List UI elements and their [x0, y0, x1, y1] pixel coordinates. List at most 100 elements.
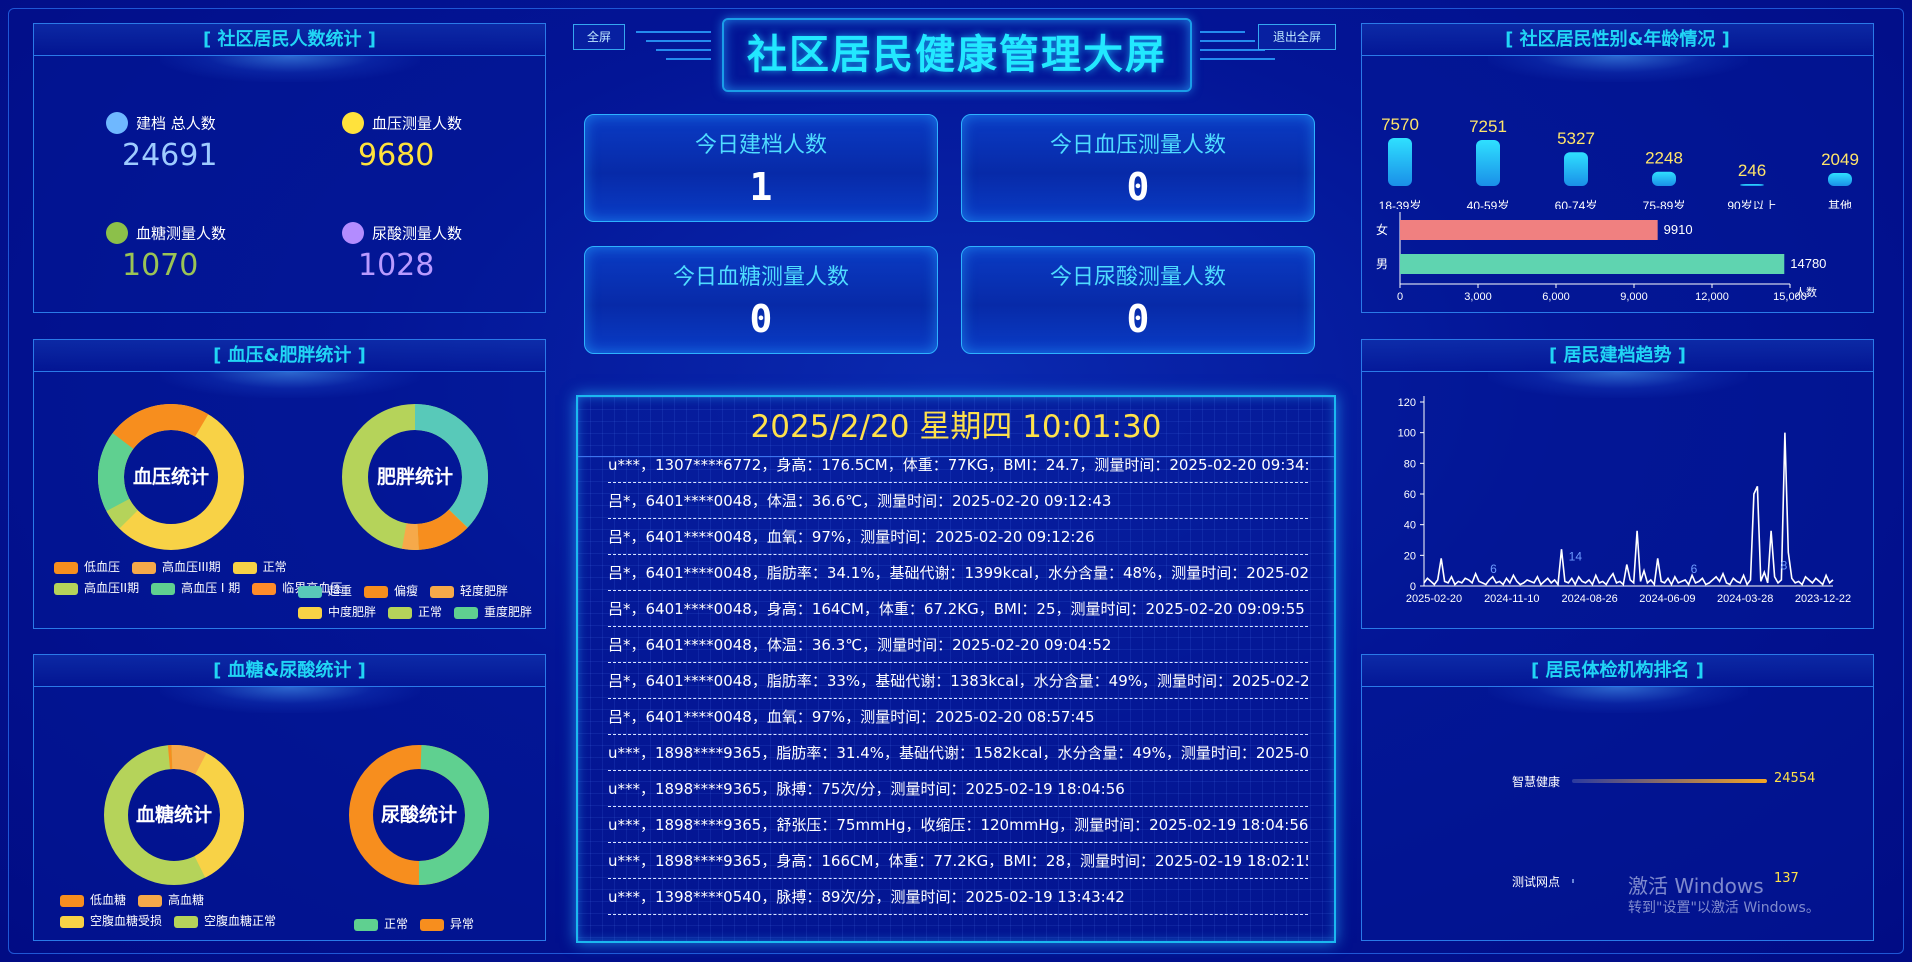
age-bar[interactable]: [1652, 171, 1676, 186]
age-bar[interactable]: [1388, 138, 1412, 186]
stat-bp-count-label: 血压测量人数: [372, 114, 463, 133]
stat-uric-count: 尿酸测量人数 1028: [342, 222, 542, 283]
legend-swatch-icon: [354, 918, 378, 931]
measurement-log-list[interactable]: u***，1307****6772，身高：176.5CM，体重：77KG，BMI…: [608, 447, 1308, 925]
blue-dot-icon: [106, 112, 128, 134]
legend-swatch-icon: [420, 918, 445, 931]
title-glow: [159, 56, 420, 82]
age-bar-value: 2049: [1821, 150, 1859, 169]
legend-swatch-icon: [174, 915, 199, 928]
age-bar[interactable]: [1476, 140, 1500, 186]
gender-age-panel: [ 社区居民性别&年龄情况 ] 7570 18-39岁 7251 40-59岁 5327…: [1361, 23, 1874, 313]
legend-item[interactable]: 空腹血糖正常: [174, 912, 276, 929]
exit-fullscreen-button[interactable]: 退出全屏: [1258, 24, 1336, 50]
today-sugar-label: 今日血糖测量人数: [672, 265, 849, 290]
title-glow: [159, 372, 420, 398]
legend-label: 低血糖: [90, 893, 127, 907]
today-uric-value: 0: [1126, 297, 1150, 341]
log-row: u***，1398****0540，脉搏：89次/分，测量时间：2025-02-…: [608, 879, 1308, 915]
age-bar[interactable]: [1740, 184, 1764, 186]
trend-annotation: 8: [1781, 559, 1788, 573]
trend-x-tick-label: 2024-03-28: [1717, 593, 1773, 605]
age-bar[interactable]: [1564, 152, 1588, 186]
legend-item[interactable]: 高血压 I 期: [151, 579, 240, 596]
bp-donut[interactable]: 血压统计: [96, 402, 246, 552]
age-bar[interactable]: [1828, 173, 1852, 186]
trend-x-tick-label: 2024-11-10: [1484, 593, 1539, 605]
gender-x-tick-label: 12,000: [1695, 291, 1729, 302]
legend-item[interactable]: 中度肥胖: [298, 603, 376, 620]
windows-watermark-subtitle: 转到"设置"以激活 Windows。: [1628, 900, 1820, 916]
today-record-value: 1: [749, 165, 773, 209]
uric-donut[interactable]: 尿酸统计: [344, 740, 494, 890]
trend-y-tick-label: 0: [1410, 581, 1416, 593]
legend-item[interactable]: 正常: [232, 558, 287, 575]
age-bar-label: 18-39岁: [1379, 198, 1422, 209]
trend-x-tick-label: 2023-12-22: [1795, 593, 1851, 605]
stat-sugar-count: 血糖测量人数 1070: [106, 222, 306, 283]
sugar-legend: 低血糖 高血糖空腹血糖受损 空腹血糖正常: [60, 891, 310, 933]
gender-bar[interactable]: [1400, 220, 1658, 240]
stat-uric-count-value: 1028: [358, 248, 435, 283]
sugar-donut[interactable]: 血糖统计: [99, 740, 249, 890]
legend-swatch-icon: [60, 894, 84, 907]
obesity-donut[interactable]: 肥胖统计: [340, 402, 490, 552]
log-row: 吕*，6401****0048，血氧：97%，测量时间：2025-02-20 0…: [608, 699, 1308, 735]
gender-bar-label: 女: [1376, 222, 1388, 237]
legend-item[interactable]: 高血压II期: [54, 579, 139, 596]
yellow-dot-icon: [342, 112, 364, 134]
legend-item[interactable]: 空腹血糖受损: [60, 912, 162, 929]
legend-item[interactable]: 超重: [298, 582, 352, 599]
legend-item[interactable]: 低血糖: [60, 891, 126, 908]
record-trend-chart: 0 20 40 60 80 100 120 2025-02-20 2024-11-10 2024-…: [1398, 396, 1851, 605]
legend-item[interactable]: 高血糖: [138, 891, 204, 908]
today-bp-value: 0: [1126, 165, 1150, 209]
rank-label-2: 测试网点: [1512, 875, 1561, 889]
legend-swatch-icon: [54, 561, 78, 574]
log-row: u***，1898****9365，身高：166CM，体重：77.2KG，BMI…: [608, 843, 1308, 879]
legend-item[interactable]: 重度肥胖: [454, 603, 532, 620]
today-uric-card: 今日尿酸测量人数 0: [961, 246, 1315, 354]
legend-label: 轻度肥胖: [460, 584, 509, 598]
trend-x-tick-label: 2024-06-09: [1639, 593, 1695, 605]
gender-bar[interactable]: [1400, 254, 1785, 274]
rank-bar-2: [1572, 879, 1574, 883]
page-title: 社区居民健康管理大屏: [747, 32, 1167, 78]
resident-stats-panel: [ 社区居民人数统计 ] 建档 总人数 24691 血压测量人数 9680 血糖…: [33, 23, 546, 313]
trend-x-tick-label: 2025-02-20: [1406, 593, 1462, 605]
stat-bp-count: 血压测量人数 9680: [342, 112, 542, 173]
log-row: u***，1398****0540，舒张压：67mmHg，收缩压：119mmHg…: [608, 915, 1308, 925]
trend-y-tick-label: 40: [1404, 520, 1416, 532]
trend-y-tick-label: 100: [1398, 428, 1416, 440]
gender-bar-chart: 女 9910男 147800 3,000 6,000 9,000 12,000 15,000人…: [1376, 212, 1826, 302]
legend-item[interactable]: 低血压: [54, 558, 120, 575]
today-bp-card: 今日血压测量人数 0: [961, 114, 1315, 222]
legend-swatch-icon: [454, 606, 479, 619]
today-bp-label: 今日血压测量人数: [1049, 133, 1226, 158]
age-bar-label: 60-74岁: [1555, 198, 1598, 209]
dashboard-page: 全屏 社区居民健康管理大屏 退出全屏 今日建档人数 1 今日血压测量人数 0 今…: [0, 0, 1912, 962]
trend-annotation: 14: [1569, 550, 1583, 564]
fullscreen-button[interactable]: 全屏: [573, 24, 625, 50]
legend-item[interactable]: 异常: [420, 915, 474, 932]
legend-item[interactable]: 轻度肥胖: [430, 582, 508, 599]
legend-item[interactable]: 正常: [388, 603, 442, 620]
title-glow: [1487, 56, 1748, 82]
legend-swatch-icon: [151, 582, 176, 595]
legend-label: 高血压II期: [84, 581, 140, 595]
legend-item[interactable]: 偏瘦: [364, 582, 418, 599]
log-row: u***，1898****9365，脂肪率：31.4%，基础代谢：1582kca…: [608, 735, 1308, 771]
legend-label: 超重: [328, 584, 353, 598]
uric-donut-label: 尿酸统计: [380, 804, 457, 826]
trend-line[interactable]: [1423, 432, 1834, 587]
legend-item[interactable]: 高血压III期: [132, 558, 221, 575]
title-glow: [159, 687, 420, 713]
log-row: u***，1307****6772，身高：176.5CM，体重：77KG，BMI…: [608, 447, 1308, 483]
stat-bp-count-value: 9680: [358, 138, 435, 173]
rank-bar-1: [1572, 779, 1767, 783]
log-row: 吕*，6401****0048，体温：36.6℃，测量时间：2025-02-20…: [608, 483, 1308, 519]
trend-x-tick-label: 2024-08-26: [1561, 593, 1617, 605]
legend-item[interactable]: 正常: [354, 915, 408, 932]
legend-label: 异常: [450, 917, 475, 931]
legend-label: 高血压III期: [162, 560, 221, 574]
